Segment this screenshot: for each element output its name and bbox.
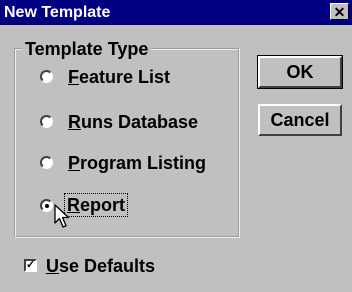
radio-label: Runs Database: [68, 112, 199, 132]
mouse-pointer-icon: [54, 204, 70, 228]
radio-circle-icon: [40, 156, 53, 169]
radio-label: Program Listing: [68, 153, 207, 173]
radio-circle-icon: [40, 115, 53, 128]
title-bar[interactable]: New Template ✕: [0, 0, 352, 25]
radio-circle-selected-icon: [40, 199, 53, 212]
ok-button[interactable]: OK: [257, 55, 343, 89]
window-title: New Template: [4, 4, 111, 21]
checkbox-label: Use Defaults: [46, 256, 156, 276]
radio-label-focused: Report: [64, 193, 128, 217]
cancel-button[interactable]: Cancel: [258, 104, 342, 136]
radio-label: Feature List: [68, 67, 171, 87]
template-type-label: Template Type: [22, 39, 152, 59]
new-template-dialog: New Template ✕ Template Type Feature Lis…: [0, 0, 352, 292]
radio-circle-icon: [40, 70, 53, 83]
close-button[interactable]: ✕: [330, 3, 349, 20]
checkbox-checked-icon: ✓: [24, 259, 37, 272]
close-icon: ✕: [333, 4, 346, 20]
